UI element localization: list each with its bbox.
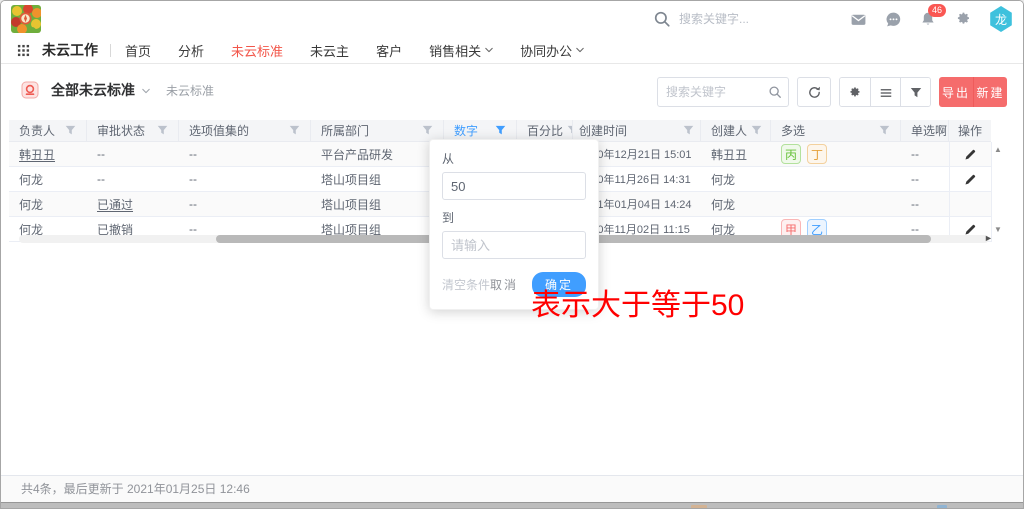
nav-item-weiyun-standard[interactable]: 未云标准 (231, 41, 283, 60)
export-button[interactable]: 导出 (939, 77, 973, 107)
company-logo[interactable] (11, 5, 41, 33)
filter-button[interactable] (900, 78, 930, 107)
filter-funnel-icon[interactable] (65, 125, 76, 136)
record-count-summary: 共4条，最后更新于 2021年01月25日 12:46 (21, 482, 250, 496)
chevron-down-icon (576, 46, 584, 54)
col-percent: 百分比 (517, 120, 573, 141)
annotation-text: 表示大于等于50 (531, 280, 744, 324)
cancel-button[interactable]: 取消 (490, 276, 518, 293)
col-approval: 审批状态 (87, 120, 179, 141)
main-nav: 未云工作 首页 分析 未云标准 未云主 客户 销售相关 协同办公 (1, 37, 1023, 64)
bell-icon[interactable]: 46 (919, 10, 937, 28)
refresh-button[interactable] (797, 77, 831, 107)
filter-funnel-icon[interactable] (879, 125, 890, 136)
scroll-right-arrow[interactable]: ► (984, 233, 993, 243)
edit-pencil-icon[interactable] (964, 148, 977, 161)
filter-funnel-icon[interactable] (751, 125, 762, 136)
filter-funnel-icon[interactable] (289, 125, 300, 136)
from-input[interactable] (442, 172, 586, 200)
column-settings-button[interactable] (840, 78, 870, 107)
table-toolbar: 导出 新建 (657, 77, 1007, 107)
notification-badge: 46 (928, 4, 946, 17)
nav-item-customer[interactable]: 客户 (376, 41, 402, 60)
object-icon (21, 81, 39, 99)
col-created-time: 创建时间 (573, 120, 701, 141)
tag: 丁 (807, 144, 827, 164)
col-option-set: 选项值集的 (179, 120, 311, 141)
global-search (653, 1, 829, 37)
search-icon (653, 10, 671, 28)
nav-item-weiyun-main[interactable]: 未云主 (310, 41, 349, 60)
from-label: 从 (442, 150, 586, 167)
col-multi-select: 多选 (771, 120, 901, 141)
filter-funnel-icon-active[interactable] (495, 125, 506, 136)
tag: 丙 (781, 144, 801, 164)
nav-item-collab[interactable]: 协同办公 (520, 41, 584, 60)
edit-pencil-icon[interactable] (964, 173, 977, 186)
status-bar: 共4条，最后更新于 2021年01月25日 12:46 (1, 475, 1023, 502)
window-bottom-edge (1, 502, 1023, 509)
nav-item-analysis[interactable]: 分析 (178, 41, 204, 60)
col-owner: 负责人 (9, 120, 87, 141)
filter-funnel-icon[interactable] (157, 125, 168, 136)
clear-conditions-link[interactable]: 清空条件 (442, 276, 490, 293)
scroll-up-arrow[interactable]: ▲ (993, 145, 1003, 154)
taskbar-sliver (691, 505, 707, 509)
vertical-scrollbar[interactable]: ▲ ▼ (991, 142, 1003, 242)
taskbar-sliver (937, 505, 947, 509)
filter-funnel-icon[interactable] (683, 125, 694, 136)
col-single-select: 单选啊 (901, 120, 949, 141)
filter-funnel-icon[interactable] (422, 125, 433, 136)
view-title[interactable]: 全部未云标准 (51, 80, 135, 100)
col-creator: 创建人 (701, 120, 771, 141)
scroll-down-arrow[interactable]: ▼ (993, 225, 1003, 234)
table-search-input[interactable] (658, 85, 762, 99)
workspace-title[interactable]: 未云工作 (42, 40, 98, 60)
chat-icon[interactable] (884, 10, 902, 28)
nav-item-home[interactable]: 首页 (125, 41, 151, 60)
table-search (657, 77, 789, 107)
avatar[interactable]: 龙 (989, 6, 1013, 32)
nav-divider (110, 44, 111, 57)
create-button[interactable]: 新建 (973, 77, 1007, 107)
chevron-down-icon[interactable] (142, 87, 150, 95)
search-icon[interactable] (762, 85, 788, 99)
col-number: 数字 (444, 120, 517, 141)
nav-item-sales[interactable]: 销售相关 (429, 41, 493, 60)
global-search-input[interactable] (679, 12, 829, 26)
col-department: 所属部门 (311, 120, 444, 141)
gear-icon[interactable] (954, 10, 972, 28)
view-selector: 全部未云标准 未云标准 (21, 80, 214, 100)
app-window: 46 龙 未云工作 首页 分析 未云标准 未云主 客户 销售相关 协同办公 全部 (0, 0, 1024, 509)
chevron-down-icon (485, 46, 493, 54)
list-view-button[interactable] (870, 78, 900, 107)
edit-pencil-icon[interactable] (964, 223, 977, 236)
view-type-label: 未云标准 (166, 82, 214, 99)
topbar: 46 龙 (1, 1, 1023, 37)
apps-grid-icon[interactable] (17, 44, 30, 57)
to-label: 到 (442, 209, 586, 226)
to-input[interactable] (442, 231, 586, 259)
col-actions: 操作 (949, 120, 991, 141)
mail-icon[interactable] (849, 10, 867, 28)
